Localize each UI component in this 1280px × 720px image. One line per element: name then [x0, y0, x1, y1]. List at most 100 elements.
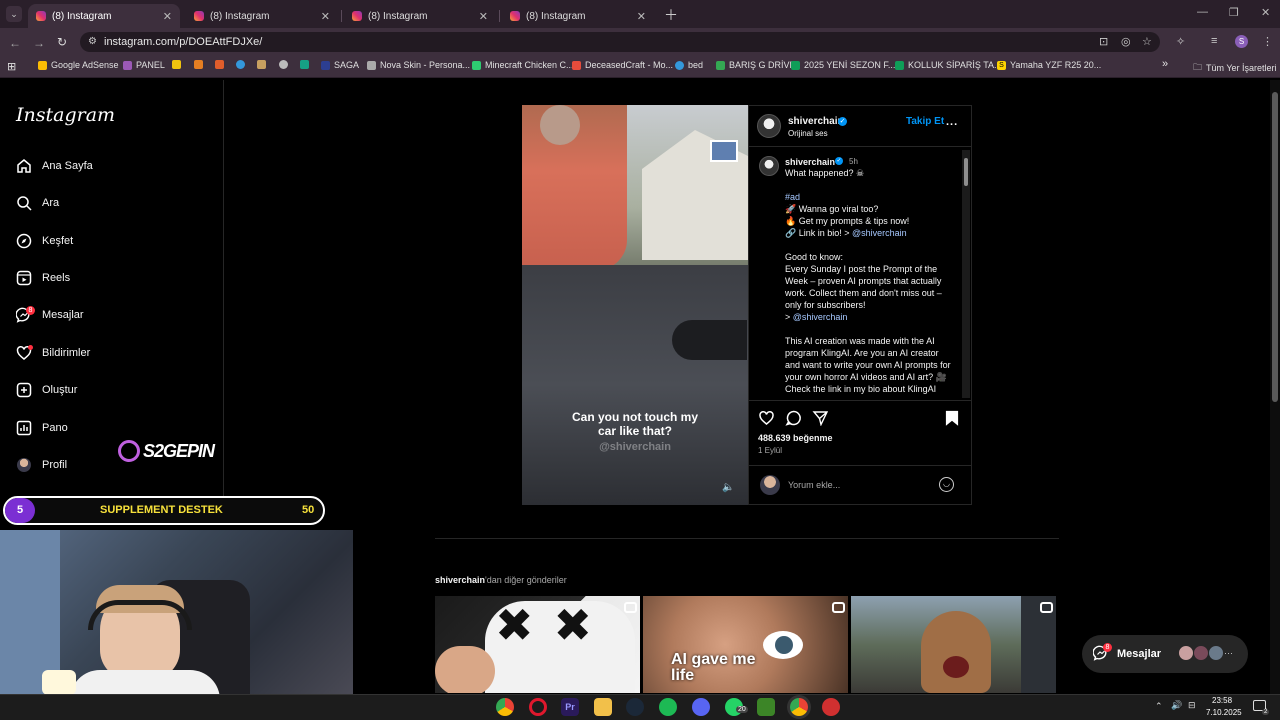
bookmark-icon-7[interactable] [300, 60, 313, 69]
caption-scrollbar-thumb[interactable] [964, 158, 968, 186]
close-tab-icon[interactable]: ✕ [637, 10, 646, 23]
audio-label[interactable]: Orijinal ses [788, 128, 828, 140]
volume-icon[interactable]: 🔈 [722, 482, 734, 493]
nav-home[interactable]: Ana Sayfa [16, 158, 93, 174]
bookmark-adsense[interactable]: Google AdSense [38, 60, 119, 70]
post-time: 5h [849, 157, 858, 166]
author-username[interactable]: shiverchain [788, 116, 844, 128]
bookmark-star-icon[interactable]: ☆ [1142, 35, 1152, 48]
bookmark-baris-drive[interactable]: BARIŞ G DRİVE [716, 60, 796, 70]
nav-profile[interactable]: Profil [16, 457, 67, 473]
more-post-thumb[interactable]: ✖✖ [435, 596, 640, 693]
tab-title: (8) Instagram [52, 10, 112, 22]
bookmark-minecraft-chicken[interactable]: Minecraft Chicken C... [472, 60, 574, 70]
bookmark-icon-3[interactable] [215, 60, 228, 69]
nav-dashboard[interactable]: Pano [16, 420, 68, 436]
close-tab-icon[interactable]: ✕ [321, 10, 330, 23]
bookmark-bed[interactable]: bed [675, 60, 703, 70]
chrome-active-icon[interactable] [790, 698, 808, 716]
tab-instagram-4[interactable]: (8) Instagram ✕ [502, 4, 654, 28]
bookmark-nova-skin[interactable]: Nova Skin - Persona... [367, 60, 470, 70]
emoji-icon[interactable]: ◡ [939, 477, 954, 492]
discord-icon[interactable] [692, 698, 710, 716]
nav-explore[interactable]: Keşfet [16, 233, 73, 249]
opera-icon[interactable] [529, 698, 547, 716]
bookmark-label: Google AdSense [51, 60, 119, 70]
bookmark-icon-6[interactable] [279, 60, 292, 69]
clock-date[interactable]: 7.10.2025 [1206, 708, 1242, 717]
minecraft-launcher-icon[interactable] [757, 698, 775, 716]
media-controls-icon[interactable]: ≡ [1211, 35, 1217, 47]
new-tab-button[interactable]: ＋ [664, 5, 678, 25]
nav-create[interactable]: Oluştur [16, 382, 77, 398]
tab-instagram-3[interactable]: (8) Instagram ✕ [344, 4, 496, 28]
follow-button[interactable]: Takip Et [906, 116, 944, 127]
steam-icon[interactable] [626, 698, 644, 716]
back-icon[interactable]: ← [9, 36, 21, 50]
clock-time[interactable]: 23:58 [1212, 696, 1232, 705]
bookmark-saga[interactable]: SAGA [321, 60, 359, 70]
comment-icon[interactable] [785, 410, 802, 431]
more-posts-user[interactable]: shiverchain [435, 575, 485, 585]
url-text[interactable]: instagram.com/p/DOEAttFDJXe/ [104, 36, 262, 48]
caption-avatar[interactable] [759, 156, 779, 176]
tab-search-button[interactable]: ⌄ [6, 6, 22, 22]
search-icon [16, 195, 32, 211]
site-info-icon[interactable]: ⚙ [88, 36, 97, 47]
share-send-icon[interactable] [812, 410, 829, 431]
bookmark-save-icon[interactable] [945, 410, 959, 431]
bookmark-deceasedcraft[interactable]: DeceasedCraft - Mo... [572, 60, 673, 70]
bookmark-label: KOLLUK SİPARİŞ TA... [908, 60, 1002, 70]
nav-search[interactable]: Ara [16, 195, 59, 211]
bookmark-label: DeceasedCraft - Mo... [585, 60, 674, 70]
bookmark-yamaha[interactable]: S Yamaha YZF R25 20... [997, 60, 1101, 70]
bookmark-icon-5[interactable] [257, 60, 270, 69]
bookmark-kolluk[interactable]: KOLLUK SİPARİŞ TA... [895, 60, 1002, 70]
close-tab-icon[interactable]: ✕ [479, 10, 488, 23]
post-video[interactable]: Can you not touch my car like that? @shi… [522, 105, 748, 505]
menu-kebab-icon[interactable]: ⋮ [1262, 35, 1273, 48]
more-options-icon[interactable]: ... [946, 116, 958, 128]
page-scrollbar-thumb[interactable] [1272, 92, 1278, 402]
chrome-icon[interactable] [496, 698, 514, 716]
network-icon[interactable]: ⊟ [1188, 700, 1196, 711]
tray-overflow-icon[interactable]: ⌃ [1155, 701, 1163, 712]
author-avatar[interactable] [757, 114, 781, 138]
forward-icon[interactable]: → [33, 36, 45, 50]
bookmark-panel[interactable]: PANEL [123, 60, 165, 70]
bookmarks-overflow-icon[interactable]: » [1162, 58, 1168, 70]
speaker-icon[interactable]: 🔊 [1171, 700, 1182, 711]
spotify-icon[interactable] [659, 698, 677, 716]
install-app-icon[interactable]: ⊡ [1099, 35, 1108, 48]
minimize-icon[interactable]: — [1197, 6, 1208, 18]
file-explorer-icon[interactable] [594, 698, 612, 716]
restore-icon[interactable]: ❐ [1229, 6, 1239, 19]
all-bookmarks-folder[interactable]: 🗀 Tüm Yer İşaretleri [1193, 60, 1277, 76]
reload-icon[interactable]: ↻ [57, 35, 67, 49]
tracking-eye-icon[interactable]: ◎ [1121, 35, 1131, 48]
more-post-thumb[interactable]: AI gave me life [643, 596, 848, 693]
close-tab-icon[interactable]: ✕ [163, 10, 172, 23]
obs-icon[interactable] [822, 698, 840, 716]
apps-grid-icon[interactable]: ⊞ [7, 60, 16, 73]
bookmark-sezon[interactable]: 2025 YENİ SEZON F... [791, 60, 895, 70]
nav-label: Keşfet [42, 235, 74, 247]
premiere-icon[interactable]: Pr [561, 698, 579, 716]
reel-icon [1040, 602, 1053, 613]
tab-instagram-1[interactable]: (8) Instagram ✕ [28, 4, 180, 28]
bookmark-icon-1[interactable] [172, 60, 185, 69]
caption-scrollbar[interactable] [962, 150, 970, 398]
more-post-thumb[interactable] [851, 596, 1056, 693]
close-window-icon[interactable]: ✕ [1261, 6, 1270, 19]
comment-input[interactable]: Yorum ekle... [788, 480, 840, 490]
bookmark-icon-4[interactable] [236, 60, 249, 69]
nav-reels[interactable]: Reels [16, 270, 70, 286]
profile-avatar[interactable]: S [1235, 35, 1248, 48]
like-heart-icon[interactable] [758, 410, 775, 431]
instagram-logo[interactable]: Instagram [16, 104, 115, 126]
extensions-icon[interactable]: ✧ [1176, 35, 1185, 48]
tab-instagram-2[interactable]: (8) Instagram ✕ [186, 4, 338, 28]
like-count[interactable]: 488.639 beğenme [758, 432, 833, 444]
bookmark-icon-2[interactable] [194, 60, 207, 69]
nav-label: Oluştur [42, 384, 78, 396]
